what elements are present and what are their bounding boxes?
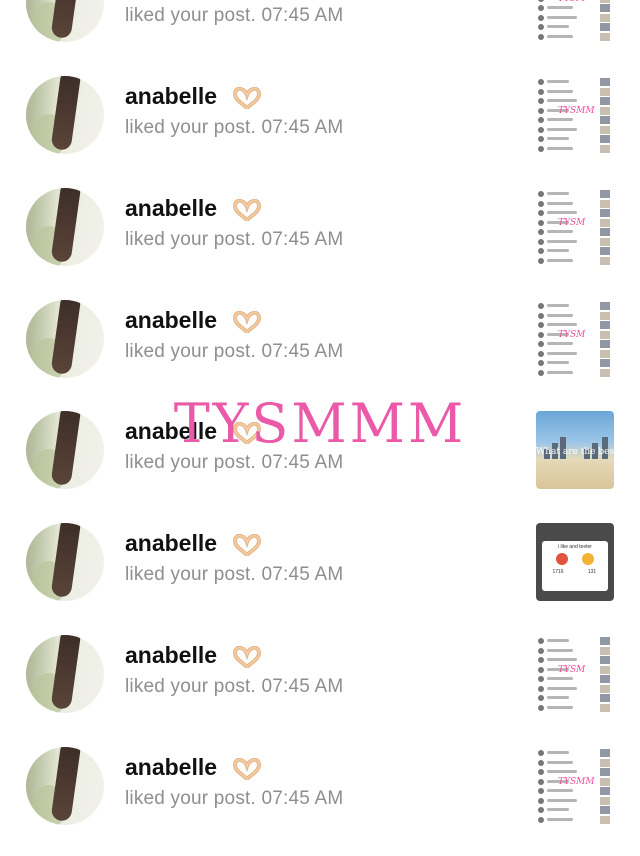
heart-hands-icon: [232, 198, 262, 223]
notification-row[interactable]: anabelle liked your post. 07:45 AM TYSM: [0, 626, 640, 737]
avatar[interactable]: [26, 0, 104, 42]
username[interactable]: anabelle: [125, 307, 217, 334]
username[interactable]: anabelle: [125, 754, 217, 781]
post-thumbnail[interactable]: TYSM: [536, 0, 614, 42]
thumb-text: TYSM: [558, 218, 586, 228]
action-text: liked your post. 07:45 AM: [125, 564, 344, 585]
notification-row[interactable]: anabelle liked your post. 07:45 AM TYSMM: [0, 67, 640, 178]
heart-hands-icon: [232, 757, 262, 782]
avatar[interactable]: [26, 188, 104, 266]
username[interactable]: anabelle: [125, 642, 217, 669]
avatar[interactable]: [26, 523, 104, 601]
thumb-text: TYSM: [558, 330, 586, 340]
notification-row[interactable]: anabelle liked your post. 07:45 AM TYSMM: [0, 738, 640, 849]
avatar[interactable]: [26, 747, 104, 825]
post-thumbnail[interactable]: i like and teeter 1716 131: [536, 523, 614, 601]
thumb-text: TYSM: [558, 0, 585, 4]
action-text: liked your post. 07:45 AM: [125, 676, 344, 697]
action-text: liked your post. 07:45 AM: [125, 788, 344, 809]
action-text: liked your post. 07:45 AM: [125, 5, 344, 26]
action-text: liked your post. 07:45 AM: [125, 341, 344, 362]
heart-hands-icon: [232, 645, 262, 670]
action-text: liked your post. 07:45 AM: [125, 229, 344, 250]
thumb-text: TYSM: [558, 665, 586, 675]
action-text: liked your post. 07:45 AM: [125, 117, 344, 138]
username[interactable]: anabelle: [125, 530, 217, 557]
overlay-text: TYSMMM: [173, 392, 467, 455]
avatar[interactable]: [26, 635, 104, 713]
thumb-text: TYSMM: [558, 106, 595, 116]
action-text: liked your post. 07:45 AM: [125, 452, 344, 473]
avatar[interactable]: [26, 76, 104, 154]
username[interactable]: anabelle: [125, 83, 217, 110]
post-thumbnail[interactable]: TYSM: [536, 300, 614, 378]
post-thumbnail[interactable]: TYSMM: [536, 747, 614, 825]
post-thumbnail[interactable]: TYSMM: [536, 76, 614, 154]
notification-row[interactable]: anabelle liked your post. 07:45 AM TYSM: [0, 179, 640, 290]
post-thumbnail[interactable]: TYSM: [536, 188, 614, 266]
username[interactable]: anabelle: [125, 195, 217, 222]
avatar[interactable]: [26, 300, 104, 378]
poll-value: 131: [587, 569, 597, 575]
heart-hands-icon: [232, 310, 262, 335]
post-thumbnail[interactable]: TYSM: [536, 635, 614, 713]
notification-row[interactable]: anabelle liked your post. 07:45 AM TYSM: [0, 291, 640, 402]
notification-row[interactable]: anabelleliked your post. 07:45 AMTYSM: [0, 0, 640, 66]
notification-row[interactable]: anabelle liked your post. 07:45 AM i like …: [0, 514, 640, 625]
heart-hands-icon: [232, 86, 262, 111]
heart-hands-icon: [232, 533, 262, 558]
thumb-text: i like and teeter: [558, 544, 592, 550]
thumb-text: TYSMM: [558, 777, 595, 787]
